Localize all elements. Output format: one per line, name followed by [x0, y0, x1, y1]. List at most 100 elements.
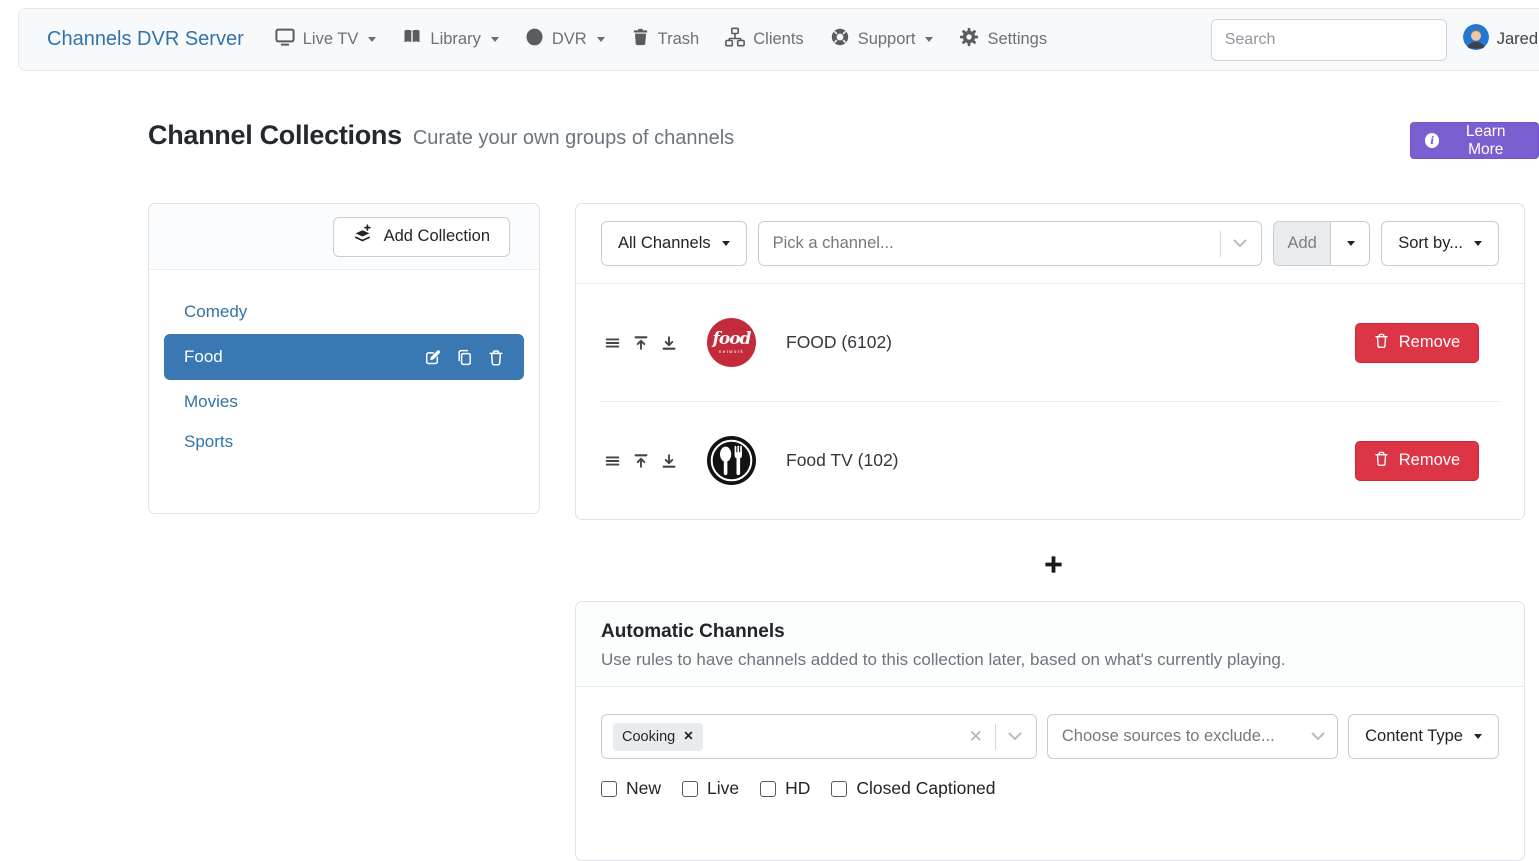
move-bottom-icon[interactable]: [661, 335, 677, 351]
food-network-logo: food network: [707, 318, 756, 367]
caret-down-icon: [1474, 734, 1482, 739]
pick-channel-select[interactable]: Pick a channel...: [758, 221, 1263, 266]
genre-tag-select[interactable]: Cooking ✕ ✕: [601, 714, 1037, 759]
caret-down-icon: [491, 37, 499, 42]
divider: [1220, 231, 1221, 257]
nav-item-settings[interactable]: Settings: [946, 19, 1060, 60]
tag-label: Cooking: [622, 729, 675, 745]
brand-link[interactable]: Channels DVR Server: [47, 28, 244, 51]
genre-tag-cooking: Cooking ✕: [613, 723, 703, 751]
nav-menu: Live TV Library DVR Trash Clients Suppor…: [262, 19, 1060, 60]
clear-icon[interactable]: ✕: [969, 728, 983, 745]
learn-more-button[interactable]: i Learn More: [1410, 122, 1539, 159]
nav-item-dvr[interactable]: DVR: [512, 19, 618, 60]
drag-list-icon[interactable]: [604, 453, 621, 469]
nav-label: Library: [430, 30, 480, 49]
exclude-placeholder: Choose sources to exclude...: [1062, 727, 1275, 746]
checkbox-closed-captioned[interactable]: Closed Captioned: [831, 778, 995, 799]
add-collection-label: Add Collection: [384, 227, 490, 246]
sort-by-dropdown[interactable]: Sort by...: [1381, 221, 1499, 266]
checkbox-label: HD: [785, 778, 810, 799]
remove-channel-button[interactable]: Remove: [1355, 441, 1479, 481]
remove-label: Remove: [1399, 333, 1460, 352]
nav-item-library[interactable]: Library: [389, 19, 511, 60]
collections-card: Add Collection Comedy Food Movies Sports: [148, 203, 540, 514]
search-input[interactable]: [1211, 19, 1447, 61]
copy-icon[interactable]: [456, 349, 473, 366]
checkbox-new[interactable]: New: [601, 778, 661, 799]
add-button[interactable]: Add: [1273, 221, 1331, 266]
rule-controls: Cooking ✕ ✕ Choose sources to exclude...…: [601, 714, 1499, 759]
move-top-icon[interactable]: [633, 335, 649, 351]
move-top-icon[interactable]: [633, 453, 649, 469]
automatic-channels-header: Automatic Channels Use rules to have cha…: [576, 602, 1524, 687]
channel-filter-dropdown[interactable]: All Channels: [601, 221, 747, 266]
collection-item-comedy[interactable]: Comedy: [164, 292, 524, 332]
nav-item-live-tv[interactable]: Live TV: [262, 19, 390, 60]
reorder-controls: [604, 335, 677, 351]
select-controls: [1297, 715, 1337, 758]
nav-item-support[interactable]: Support: [817, 19, 947, 60]
automatic-channels-description: Use rules to have channels added to this…: [601, 650, 1499, 670]
person-avatar-icon: [1463, 24, 1489, 55]
move-bottom-icon[interactable]: [661, 453, 677, 469]
life-ring-icon: [830, 27, 850, 52]
top-navbar: Channels DVR Server Live TV Library DVR …: [18, 8, 1539, 71]
remove-tag-icon[interactable]: ✕: [683, 730, 693, 743]
add-collection-button[interactable]: Add Collection: [333, 217, 510, 257]
channel-name: Food TV (102): [786, 450, 899, 471]
trash-icon: [1374, 332, 1389, 354]
checkbox-box[interactable]: [760, 781, 776, 797]
nav-item-clients[interactable]: Clients: [712, 19, 816, 60]
reorder-controls: [604, 453, 677, 469]
nav-item-trash[interactable]: Trash: [618, 19, 713, 60]
automatic-channels-title: Automatic Channels: [601, 621, 1499, 643]
trash-icon: [631, 27, 650, 52]
checkbox-box[interactable]: [831, 781, 847, 797]
collection-item-label: Food: [184, 347, 223, 367]
collection-item-food-selected[interactable]: Food: [164, 334, 524, 380]
user-name: Jared: [1497, 30, 1538, 49]
collection-actions: [424, 349, 504, 366]
collection-list: Comedy Food Movies Sports: [149, 270, 539, 462]
dvr-circle-icon: [525, 27, 544, 52]
trash-icon[interactable]: [488, 349, 504, 366]
content-type-label: Content Type: [1365, 727, 1463, 746]
edit-icon[interactable]: [424, 349, 441, 366]
channel-row-food-network: food network FOOD (6102) Remove: [576, 284, 1524, 401]
chevron-down-icon[interactable]: [1233, 235, 1247, 253]
book-icon: [402, 27, 422, 52]
checkbox-box[interactable]: [682, 781, 698, 797]
food-tv-logo: [707, 436, 756, 485]
plus-icon: [1044, 555, 1063, 577]
checkbox-hd[interactable]: HD: [760, 778, 810, 799]
checkbox-live[interactable]: Live: [682, 778, 739, 799]
nav-label: Support: [858, 30, 916, 49]
page-header: Channel Collections Curate your own grou…: [148, 120, 734, 151]
automatic-channels-card: Automatic Channels Use rules to have cha…: [575, 601, 1525, 861]
remove-channel-button[interactable]: Remove: [1355, 323, 1479, 363]
chevron-down-icon[interactable]: [1311, 727, 1325, 746]
logo-subtext: network: [719, 349, 744, 354]
collection-item-sports[interactable]: Sports: [164, 422, 524, 462]
nav-label: Clients: [753, 30, 803, 49]
content-type-dropdown[interactable]: Content Type: [1348, 714, 1499, 759]
drag-list-icon[interactable]: [604, 335, 621, 351]
exclude-sources-select[interactable]: Choose sources to exclude...: [1047, 714, 1338, 759]
channel-name: FOOD (6102): [786, 332, 892, 353]
network-icon: [725, 27, 745, 52]
select-controls: [1206, 222, 1261, 265]
add-rule-button[interactable]: [1041, 554, 1065, 578]
info-icon: i: [1425, 133, 1439, 148]
chevron-down-icon[interactable]: [1008, 728, 1022, 746]
caret-down-icon: [722, 241, 730, 246]
collection-item-movies[interactable]: Movies: [164, 382, 524, 422]
page-subtitle: Curate your own groups of channels: [413, 127, 734, 150]
automatic-channels-body: Cooking ✕ ✕ Choose sources to exclude...…: [576, 687, 1524, 799]
user-menu[interactable]: Jared: [1463, 24, 1538, 55]
gear-icon: [959, 27, 979, 52]
collections-card-header: Add Collection: [149, 204, 539, 270]
add-dropdown-toggle[interactable]: [1330, 221, 1370, 266]
nav-label: Trash: [658, 30, 700, 49]
checkbox-box[interactable]: [601, 781, 617, 797]
